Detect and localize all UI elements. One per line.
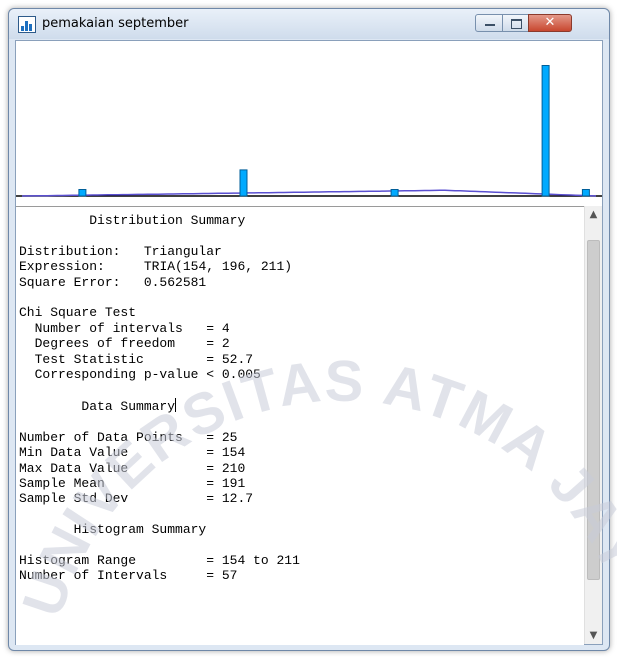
max-value-label: Max Data Value [19,460,129,476]
maximize-icon [511,19,522,29]
histogram-range-label: Histogram Range [19,552,137,568]
sample-mean-label: Sample Mean [19,475,105,491]
max-value: = 210 [206,460,246,476]
histogram-bar [581,189,590,197]
title-bar[interactable]: pemakaian september ✕ [9,9,609,39]
client-area: Distribution Summary Distribution: Trian… [15,40,603,645]
pvalue-label: Corresponding p-value [34,367,199,383]
scrollbar-thumb[interactable] [587,240,600,580]
summary-text-area[interactable]: Distribution Summary Distribution: Trian… [16,206,584,645]
data-points-label: Number of Data Points [19,429,183,445]
test-statistic-label: Test Statistic [34,351,144,367]
close-button[interactable]: ✕ [528,14,572,32]
intervals-label: Number of intervals [34,320,183,336]
text-caret [175,397,177,412]
app-window: pemakaian september ✕ Distribution Summa… [8,8,610,651]
histogram-intervals-value: = 57 [206,568,238,584]
histogram-bar [541,65,550,197]
vertical-scrollbar[interactable]: ▲ ▼ [584,206,602,644]
square-error-value: 0.562581 [143,274,207,290]
summary-text: Distribution Summary Distribution: Trian… [16,207,584,584]
histogram-bar [78,189,87,197]
histogram-bar [390,189,399,197]
fitted-distribution-curve [21,189,597,197]
test-statistic-value: = 52.7 [206,351,254,367]
distribution-value: Triangular [143,243,222,259]
histogram-intervals-label: Number of Intervals [19,568,168,584]
histogram-chart [16,65,602,197]
scroll-up-icon[interactable]: ▲ [585,206,602,223]
intervals-value: = 4 [206,320,230,336]
sample-mean-value: = 191 [206,475,246,491]
maximize-button[interactable] [502,14,529,32]
minimize-button[interactable] [475,14,503,32]
square-error-label: Square Error: [19,274,121,290]
data-points-value: = 25 [206,429,238,445]
dof-label: Degrees of freedom [34,336,176,352]
dof-value: = 2 [206,336,230,352]
histogram-range-value: = 154 to 211 [206,552,300,568]
minimize-icon [485,24,495,26]
sample-std-value: = 12.7 [206,491,254,507]
scroll-down-icon[interactable]: ▼ [585,627,602,644]
min-value-label: Min Data Value [19,445,129,461]
pvalue-value: < 0.005 [206,367,261,383]
close-icon: ✕ [544,15,556,30]
histogram-summary-heading: Histogram Summary [73,522,207,538]
histogram-app-icon[interactable] [18,16,36,33]
distribution-label: Distribution: [19,243,121,259]
window-title: pemakaian september [42,16,189,31]
histogram-plot [16,41,602,204]
sample-std-label: Sample Std Dev [19,491,129,507]
data-summary-heading: Data Summary [81,398,176,414]
min-value: = 154 [206,445,246,461]
expression-label: Expression: [19,259,105,275]
distribution-summary-heading: Distribution Summary [89,213,246,228]
expression-value: TRIA(154, 196, 211) [143,259,293,275]
histogram-bar [239,169,248,197]
chi-square-heading: Chi Square Test [19,305,137,321]
